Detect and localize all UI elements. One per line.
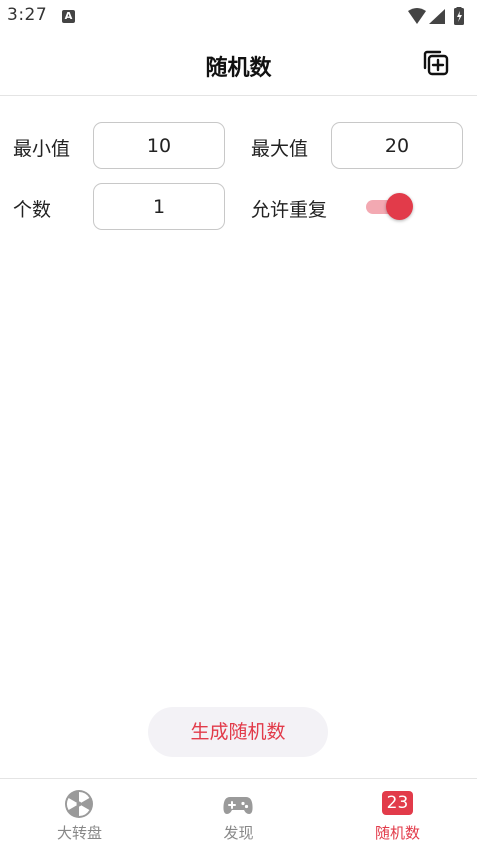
count-input[interactable] (93, 183, 225, 230)
notification-icon: A (62, 10, 75, 23)
number-badge-icon: 23 (382, 791, 413, 815)
bottom-tab-bar: 大转盘 发现 23 随机数 (0, 778, 477, 849)
tab-random-number[interactable]: 23 随机数 (318, 779, 477, 849)
battery-icon (454, 7, 464, 25)
min-value-input[interactable] (93, 122, 225, 169)
signal-icon (429, 9, 445, 24)
tab-discover[interactable]: 发现 (159, 779, 318, 849)
status-icons (407, 7, 469, 25)
count-label: 个数 (13, 199, 52, 221)
wifi-icon (408, 8, 426, 24)
wheel-icon (65, 790, 93, 818)
tab-wheel[interactable]: 大转盘 (0, 779, 159, 849)
max-value-input[interactable] (331, 122, 463, 169)
copy-add-icon (423, 50, 449, 76)
app-header: 随机数 (0, 34, 477, 96)
status-time: 3:27 (7, 5, 48, 25)
allow-repeat-label: 允许重复 (251, 199, 328, 221)
copy-button[interactable] (419, 47, 453, 81)
tab-label: 随机数 (374, 824, 420, 842)
min-label: 最小值 (13, 138, 71, 160)
toggle-thumb (386, 193, 413, 220)
generate-button[interactable]: 生成随机数 (148, 707, 328, 757)
status-bar: 3:27 A (0, 0, 477, 34)
allow-repeat-toggle[interactable] (366, 193, 414, 221)
gamepad-icon (223, 797, 253, 814)
max-label: 最大值 (251, 138, 309, 160)
page-title: 随机数 (205, 56, 272, 81)
tab-label: 大转盘 (56, 824, 102, 842)
tab-label: 发现 (223, 824, 254, 842)
